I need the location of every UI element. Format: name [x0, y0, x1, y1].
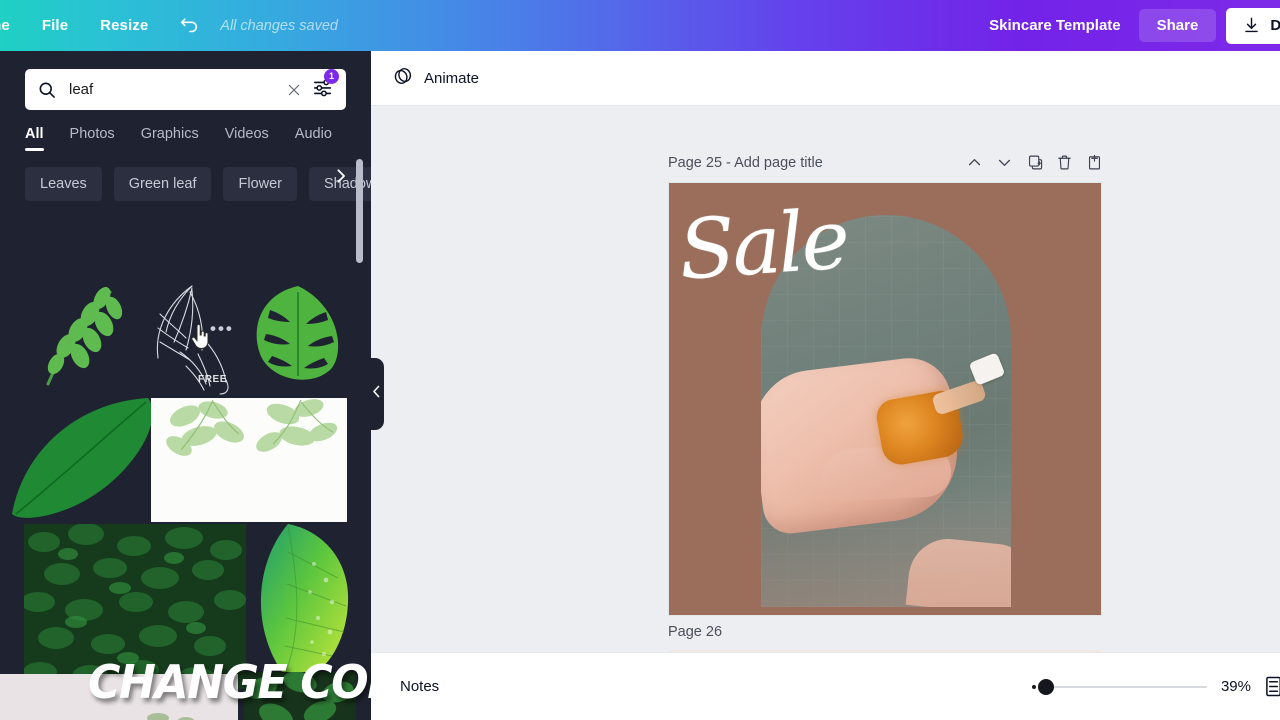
chip-green-leaf[interactable]: Green leaf — [113, 167, 212, 201]
page-26-header: Page 26 — [668, 624, 722, 640]
editor-area: Animate Page 25 - Add page title Sale Pa… — [371, 51, 1280, 720]
chevron-up-icon[interactable] — [966, 154, 983, 171]
search-query-text[interactable]: leaf — [57, 81, 278, 98]
notes-button[interactable]: Notes — [371, 678, 439, 695]
close-x-icon[interactable] — [278, 82, 310, 98]
bottom-status-bar: Notes 39% — [371, 652, 1280, 720]
video-caption-overlay: CHANGE COLOURS — [88, 655, 371, 709]
undo-arrow-icon[interactable] — [164, 15, 214, 37]
resize-button[interactable]: Resize — [84, 0, 164, 51]
file-menu-button[interactable]: File — [26, 0, 84, 51]
page-action-icons — [966, 154, 1103, 171]
save-status-text: All changes saved — [220, 17, 338, 34]
result-item-leaves-photo[interactable] — [151, 398, 347, 522]
zoom-min-marker — [1031, 684, 1036, 689]
zoom-controls: 39% — [1031, 676, 1280, 697]
animate-circles-icon — [392, 65, 414, 92]
top-header-bar: me File Resize All changes saved Skincar… — [0, 0, 1280, 51]
result-item-sprig-leaf[interactable] — [22, 284, 132, 394]
share-button[interactable]: Share — [1138, 9, 1217, 42]
tab-graphics[interactable]: Graphics — [141, 126, 199, 151]
chevron-down-icon[interactable] — [996, 154, 1013, 171]
search-results-grid: ••• FREE — [0, 276, 356, 720]
header-left-group: me File Resize All changes saved — [0, 0, 338, 51]
zoom-slider-handle[interactable] — [1037, 678, 1054, 695]
more-dots-icon[interactable]: ••• — [210, 320, 234, 337]
sale-text-element[interactable]: Sale — [676, 192, 850, 298]
chip-flower[interactable]: Flower — [223, 167, 297, 201]
page-26-title[interactable]: Page 26 — [668, 624, 722, 640]
magnifier-icon — [37, 80, 57, 100]
pages-scroll-area[interactable]: Page 25 - Add page title Sale Page 26 — [371, 106, 1280, 720]
filter-button[interactable]: 1 — [310, 69, 339, 103]
filter-count-badge: 1 — [324, 69, 339, 84]
page-25-header: Page 25 - Add page title — [668, 154, 1103, 171]
chevron-right-icon[interactable] — [332, 168, 349, 185]
result-type-tabs: All Photos Graphics Videos Audio — [0, 110, 371, 151]
collapse-panel-button[interactable] — [368, 358, 384, 430]
keyword-chip-row: Leaves Green leaf Flower Shadow — [0, 151, 371, 201]
chip-leaves[interactable]: Leaves — [25, 167, 102, 201]
zoom-track — [1039, 685, 1207, 688]
duplicate-page-icon[interactable] — [1026, 154, 1043, 171]
element-toolbar: Animate — [371, 51, 1280, 106]
search-input[interactable]: leaf 1 — [25, 69, 346, 110]
pointing-hand-cursor — [190, 323, 210, 355]
free-badge: FREE — [198, 374, 228, 385]
tab-photos[interactable]: Photos — [70, 126, 115, 151]
tab-audio[interactable]: Audio — [295, 126, 332, 151]
animate-button[interactable]: Animate — [384, 59, 487, 98]
tab-all[interactable]: All — [25, 126, 44, 151]
add-page-icon[interactable] — [1086, 154, 1103, 171]
sidebar-scrollbar[interactable] — [356, 159, 363, 263]
download-button[interactable]: Dow — [1226, 7, 1280, 44]
chevron-left-icon — [372, 385, 381, 403]
header-right-group: Skincare Template Share Dow — [971, 0, 1280, 51]
grid-view-icon[interactable] — [1265, 676, 1280, 697]
media-search-panel: leaf 1 All Photos Graphics Videos Audio … — [0, 51, 371, 720]
page-25-title[interactable]: Page 25 - Add page title — [668, 155, 823, 171]
zoom-slider[interactable] — [1031, 678, 1207, 695]
design-title[interactable]: Skincare Template — [971, 17, 1138, 34]
download-label: Dow — [1270, 17, 1280, 34]
search-section: leaf 1 — [0, 51, 371, 110]
animate-label: Animate — [424, 69, 480, 87]
tab-videos[interactable]: Videos — [225, 126, 269, 151]
delete-page-icon[interactable] — [1056, 154, 1073, 171]
canva-editor-window: me File Resize All changes saved Skincar… — [0, 0, 1280, 720]
result-item-monstera-leaf[interactable] — [248, 282, 348, 392]
page-25-canvas[interactable]: Sale — [669, 183, 1101, 615]
home-menu-button[interactable]: me — [0, 0, 26, 51]
zoom-percent-label: 39% — [1220, 678, 1251, 695]
result-item-dark-leaf[interactable] — [10, 396, 170, 526]
download-arrow-icon — [1242, 16, 1261, 35]
